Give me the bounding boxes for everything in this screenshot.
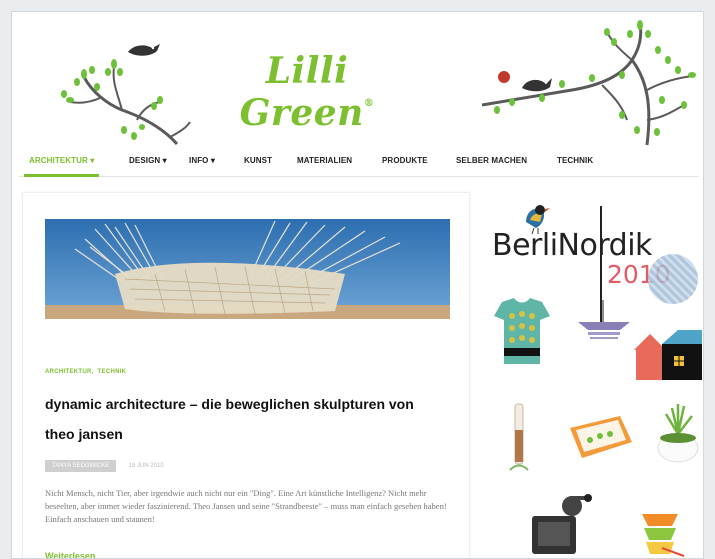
post-excerpt: Nicht Mensch, nicht Tier, aber irgendwie… [45, 488, 447, 524]
site-logo[interactable]: Lilli Green® [217, 50, 397, 134]
nav-item-selber-machen[interactable]: SELBER MACHEN [456, 147, 527, 177]
read-more-link[interactable]: Weiterlesen [45, 551, 95, 558]
nav-item-info[interactable]: INFO ▾ [189, 147, 215, 177]
nav-item-design[interactable]: DESIGN ▾ [129, 147, 167, 177]
nav-item-architektur[interactable]: ARCHITEKTUR ▾ [24, 147, 100, 177]
category-link[interactable]: ARCHITEKTUR [45, 369, 92, 375]
grinder-machine-illustration [532, 494, 592, 554]
nav-item-kunst[interactable]: KUNST [244, 147, 272, 177]
right-branch-illustration [481, 20, 696, 146]
left-branch-illustration [61, 59, 191, 145]
bird-icon [128, 44, 160, 56]
post-featured-image[interactable] [45, 219, 450, 319]
ad-decor-circle [648, 254, 698, 304]
main-navigation: ARCHITEKTUR ▾ DESIGN ▾ INFO ▾ KUNST MATE… [19, 147, 699, 177]
stacked-bowls-illustration [642, 514, 685, 557]
nav-item-materialien[interactable]: MATERIALIEN [297, 147, 352, 177]
post-card: ARCHITEKTUR, TECHNIK dynamic architectur… [22, 192, 470, 558]
test-tube-illustration [509, 403, 529, 471]
strandbeest-image [45, 219, 450, 319]
house-illustration [634, 330, 702, 380]
tshirt-illustration [494, 298, 550, 364]
ad-brand-text: BerliNordik [492, 228, 652, 263]
category-link[interactable]: TECHNIK [98, 369, 127, 375]
nav-item-produkte[interactable]: PRODUKTE [382, 147, 428, 177]
post-title[interactable]: dynamic architecture – die beweglichen s… [45, 389, 445, 449]
product-box-illustration [570, 416, 632, 458]
site-header: Lilli Green® [12, 12, 703, 147]
post-date: 18 JUN 2010 [128, 462, 164, 469]
post-categories: ARCHITEKTUR, TECHNIK [45, 369, 127, 375]
nav-item-technik[interactable]: TECHNIK [557, 147, 593, 177]
lamp-illustration [578, 300, 630, 339]
post-meta: TANYA SEDGWICKE 18 JUN 2010 [45, 457, 164, 472]
author-badge[interactable]: TANYA SEDGWICKE [45, 459, 117, 472]
plant-bowl-illustration [657, 404, 699, 463]
page-frame: Lilli Green® ARCHITEKTUR ▾ DESIGN ▾ INFO… [11, 11, 704, 559]
sidebar-ad-berlinordik[interactable]: BerliNordik 2010 [486, 190, 702, 558]
